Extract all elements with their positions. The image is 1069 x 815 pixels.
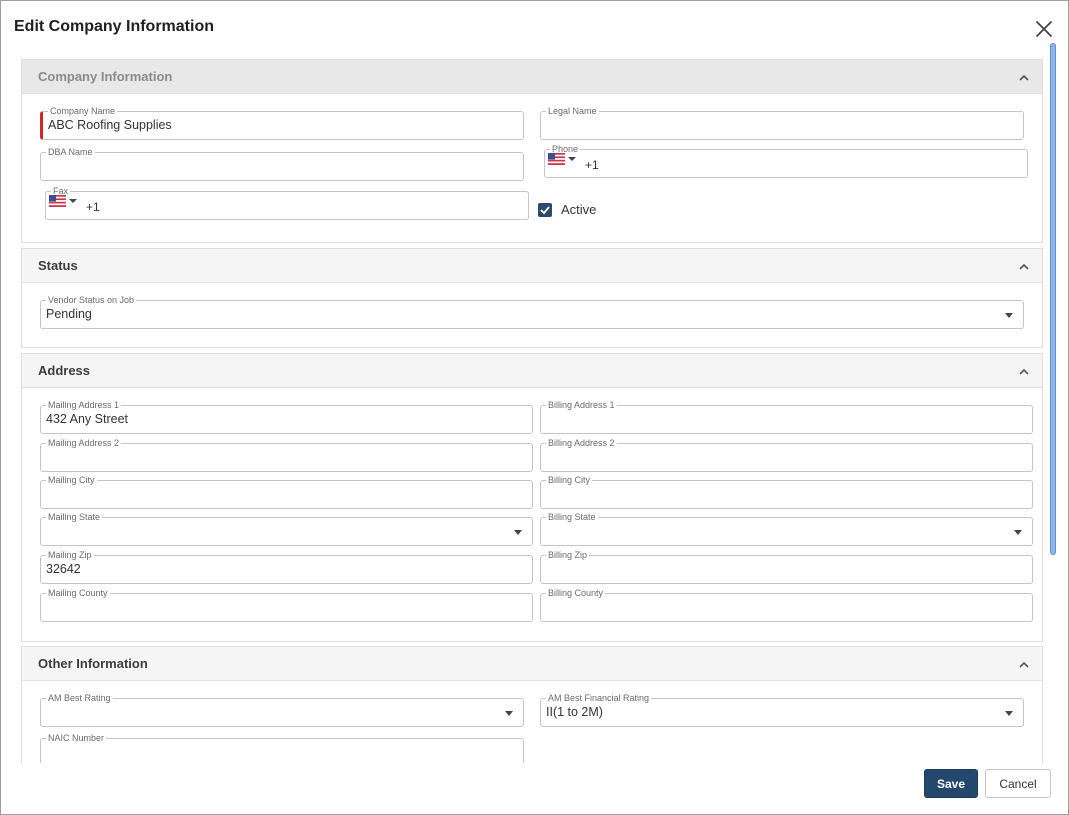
- chevron-up-icon[interactable]: [1018, 260, 1030, 272]
- chevron-down-icon[interactable]: [69, 199, 77, 203]
- field-label: Mailing County: [46, 587, 110, 599]
- section-title: Address: [38, 363, 91, 378]
- am-best-financial-select[interactable]: AM Best Financial Rating II(1 to 2M): [540, 692, 1024, 727]
- other-info-section: Other Information AM Best Rating AM Best…: [21, 646, 1043, 763]
- field-label: DBA Name: [46, 146, 95, 158]
- company-info-section: Company Information Company Name ABC Roo…: [21, 59, 1043, 243]
- status-header[interactable]: Status: [22, 249, 1042, 283]
- chevron-down-icon[interactable]: [568, 157, 576, 161]
- active-label: Active: [561, 202, 597, 217]
- field-label: AM Best Rating: [46, 692, 113, 704]
- chevron-down-icon[interactable]: [1005, 313, 1013, 318]
- cancel-button[interactable]: Cancel: [985, 769, 1051, 798]
- active-checkbox[interactable]: [538, 202, 552, 217]
- billing-city-field[interactable]: Billing City: [540, 474, 1033, 509]
- edit-company-dialog: Edit Company Information Company Informa…: [0, 0, 1069, 815]
- chevron-down-icon[interactable]: [1005, 711, 1013, 716]
- active-checkbox-wrap[interactable]: Active: [538, 202, 596, 217]
- other-info-header[interactable]: Other Information: [22, 647, 1042, 681]
- chevron-up-icon[interactable]: [1018, 658, 1030, 670]
- status-section: Status Vendor Status on Job Pending: [21, 248, 1043, 348]
- field-label: Billing City: [546, 474, 593, 486]
- field-label: Vendor Status on Job: [46, 294, 137, 306]
- legal-name-field[interactable]: Legal Name: [540, 105, 1024, 140]
- chevron-down-icon[interactable]: [514, 530, 522, 535]
- company-name-value: ABC Roofing Supplies: [48, 118, 172, 132]
- field-label: Billing Zip: [546, 549, 590, 561]
- mailing-city-field[interactable]: Mailing City: [40, 474, 533, 509]
- dba-name-field[interactable]: DBA Name: [40, 146, 524, 181]
- field-label: Mailing Address 1: [46, 399, 122, 411]
- billing-address2-field[interactable]: Billing Address 2: [540, 437, 1033, 472]
- chevron-down-icon[interactable]: [1014, 530, 1022, 535]
- chevron-up-icon[interactable]: [1018, 365, 1030, 377]
- billing-zip-field[interactable]: Billing Zip: [540, 549, 1033, 584]
- fax-field[interactable]: Fax +1: [45, 185, 529, 220]
- field-label: Billing State: [546, 511, 598, 523]
- fax-prefix: +1: [86, 200, 100, 214]
- billing-state-select[interactable]: Billing State: [540, 511, 1033, 546]
- us-flag-icon[interactable]: [49, 195, 66, 207]
- field-label: Legal Name: [546, 105, 599, 117]
- section-title: Other Information: [38, 656, 148, 671]
- checkmark-icon: [540, 205, 550, 214]
- field-label: Mailing City: [46, 474, 97, 486]
- vendor-status-value: Pending: [46, 307, 92, 321]
- mailing-address1-value: 432 Any Street: [46, 412, 129, 426]
- dialog-title: Edit Company Information: [14, 18, 214, 35]
- field-label: Billing Address 2: [546, 437, 617, 449]
- company-name-field[interactable]: Company Name ABC Roofing Supplies: [40, 105, 524, 140]
- close-icon[interactable]: [1033, 18, 1055, 40]
- mailing-state-select[interactable]: Mailing State: [40, 511, 533, 546]
- phone-prefix: +1: [585, 158, 599, 172]
- field-label: Mailing Zip: [46, 549, 94, 561]
- billing-county-field[interactable]: Billing County: [540, 587, 1033, 622]
- field-label: NAIC Number: [46, 732, 107, 744]
- company-info-header[interactable]: Company Information: [22, 60, 1042, 94]
- us-flag-icon[interactable]: [548, 153, 565, 165]
- mailing-zip-field[interactable]: Mailing Zip 32642: [40, 549, 533, 584]
- section-title: Company Information: [38, 69, 173, 84]
- field-label: Billing Address 1: [546, 399, 617, 411]
- mailing-county-field[interactable]: Mailing County: [40, 587, 533, 622]
- address-header[interactable]: Address: [22, 354, 1042, 388]
- dialog-content: Company Information Company Name ABC Roo…: [1, 41, 1046, 763]
- field-label: Mailing Address 2: [46, 437, 122, 449]
- vendor-status-select[interactable]: Vendor Status on Job Pending: [40, 294, 1024, 329]
- phone-field[interactable]: Phone +1: [544, 143, 1028, 178]
- field-label: Mailing State: [46, 511, 103, 523]
- address-section: Address Mailing Address 1 432 Any Street…: [21, 353, 1043, 642]
- section-title: Status: [38, 258, 78, 273]
- field-label: Billing County: [546, 587, 606, 599]
- naic-number-field[interactable]: NAIC Number: [40, 732, 524, 763]
- chevron-down-icon[interactable]: [505, 711, 513, 716]
- mailing-zip-value: 32642: [46, 562, 81, 576]
- field-label: AM Best Financial Rating: [546, 692, 652, 704]
- am-best-financial-value: II(1 to 2M): [546, 705, 603, 719]
- mailing-address1-field[interactable]: Mailing Address 1 432 Any Street: [40, 399, 533, 434]
- am-best-rating-select[interactable]: AM Best Rating: [40, 692, 524, 727]
- chevron-up-icon[interactable]: [1018, 71, 1030, 83]
- mailing-address2-field[interactable]: Mailing Address 2: [40, 437, 533, 472]
- save-button[interactable]: Save: [924, 769, 978, 798]
- field-label: Company Name: [48, 105, 118, 117]
- scrollbar-thumb[interactable]: [1050, 43, 1056, 555]
- billing-address1-field[interactable]: Billing Address 1: [540, 399, 1033, 434]
